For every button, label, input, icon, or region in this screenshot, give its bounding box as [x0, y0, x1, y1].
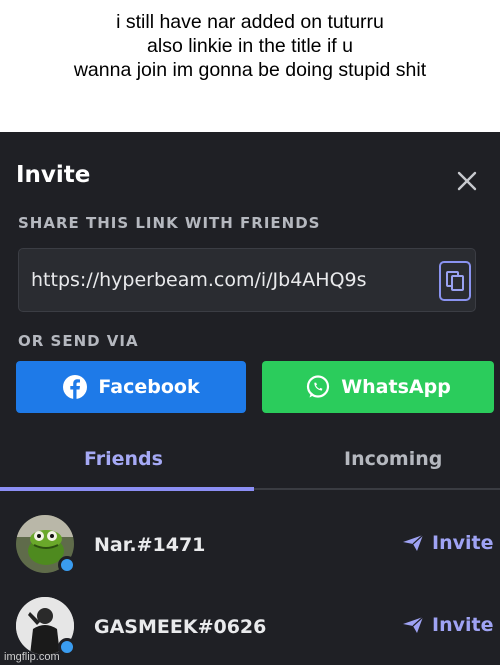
active-tab-indicator	[0, 487, 254, 491]
dialog-title: Invite	[16, 162, 91, 188]
facebook-share-button[interactable]: Facebook	[16, 361, 246, 413]
friend-name: Nar.#1471	[94, 534, 206, 556]
facebook-label: Facebook	[98, 376, 200, 398]
caption-text: i still have nar added on tuturru also l…	[5, 10, 495, 82]
status-dot	[58, 638, 76, 656]
whatsapp-share-button[interactable]: WhatsApp	[262, 361, 494, 413]
whatsapp-label: WhatsApp	[341, 376, 451, 398]
facebook-icon	[63, 375, 88, 399]
invite-link-field[interactable]: https://hyperbeam.com/i/Jb4AHQ9s	[18, 248, 476, 312]
whatsapp-icon	[307, 375, 330, 398]
caption-line-1: i still have nar added on tuturru	[116, 11, 384, 33]
send-via-label: OR SEND VIA	[18, 332, 139, 350]
friend-name: GASMEEK#0626	[94, 616, 267, 638]
share-link-label: SHARE THIS LINK WITH FRIENDS	[18, 214, 321, 232]
invite-label: Invite	[432, 532, 494, 554]
caption-line-2: also linkie in the title if u	[147, 35, 353, 57]
invite-friend-button[interactable]: Invite	[402, 614, 493, 636]
tab-friends[interactable]: Friends	[84, 448, 163, 470]
invite-link-text[interactable]: https://hyperbeam.com/i/Jb4AHQ9s	[31, 269, 367, 291]
friend-row: Nar.#1471 Invite	[0, 512, 500, 582]
close-button[interactable]	[454, 168, 480, 194]
invite-label: Invite	[432, 614, 494, 636]
friend-row: GASMEEK#0626 Invite	[0, 594, 500, 664]
copy-icon	[446, 271, 464, 291]
meme-caption: i still have nar added on tuturru also l…	[0, 0, 500, 132]
caption-line-3: wanna join im gonna be doing stupid shit	[73, 59, 427, 81]
tab-incoming[interactable]: Incoming	[344, 448, 442, 470]
invite-friend-button[interactable]: Invite	[402, 532, 493, 554]
invite-dialog: Invite SHARE THIS LINK WITH FRIENDS http…	[0, 132, 500, 665]
status-dot	[58, 556, 76, 574]
close-icon	[457, 171, 477, 191]
copy-link-button[interactable]	[439, 261, 471, 301]
send-icon	[403, 534, 424, 551]
watermark: imgflip.com	[4, 651, 60, 663]
send-icon	[403, 616, 424, 633]
